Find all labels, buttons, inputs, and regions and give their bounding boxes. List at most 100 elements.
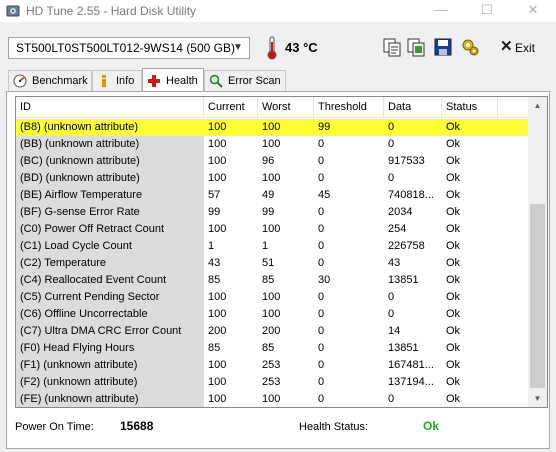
cell-id: (BD) (unknown attribute): [16, 170, 204, 187]
cell-status: Ok: [446, 172, 461, 184]
cell-current: 100: [208, 138, 227, 150]
cell-data: 137194...: [388, 376, 434, 388]
column-header-status[interactable]: Status: [442, 97, 498, 118]
cell-data: 254: [388, 223, 407, 235]
table-row[interactable]: (BF) G-sense Error Rate 99 99 0 2034 Ok: [16, 204, 528, 221]
table-row[interactable]: (BB) (unknown attribute) 100 100 0 0 Ok: [16, 136, 528, 153]
close-button[interactable]: ✕: [510, 0, 556, 22]
cell-id: (B8) (unknown attribute): [20, 121, 138, 133]
cell-data: 14: [388, 325, 401, 337]
cell-threshold: 0: [318, 206, 325, 218]
cell-data: 0: [388, 308, 395, 320]
cell-threshold: 0: [318, 308, 325, 320]
cell-threshold: 0: [318, 155, 325, 167]
cell-id: (C1) Load Cycle Count: [16, 238, 204, 255]
health-status-label: Health Status:: [299, 421, 369, 433]
tab-info[interactable]: Info: [92, 70, 142, 91]
title-bar: HD Tune 2.55 - Hard Disk Utility — ☐ ✕: [0, 0, 556, 22]
table-row[interactable]: (C1) Load Cycle Count 1 1 0 226758 Ok: [16, 238, 528, 255]
health-cross-icon: [148, 75, 160, 87]
exit-button[interactable]: ✕ Exit: [498, 38, 542, 58]
cell-data: 43: [388, 257, 401, 269]
tab-error-scan-label: Error Scan: [228, 75, 281, 87]
tab-error-scan[interactable]: Error Scan: [204, 70, 286, 91]
drive-select[interactable]: ST500LT0ST500LT012-9WS14 (500 GB) ▼: [8, 37, 250, 59]
cell-worst: 100: [262, 172, 281, 184]
table-row[interactable]: (BD) (unknown attribute) 100 100 0 0 Ok: [16, 170, 528, 187]
cell-id: (F1) (unknown attribute): [16, 357, 204, 374]
table-row[interactable]: (F2) (unknown attribute) 100 253 0 137194...…: [16, 374, 528, 391]
cell-status: Ok: [446, 359, 461, 371]
table-row[interactable]: (FE) (unknown attribute) 100 100 0 0 Ok: [16, 391, 528, 407]
cell-status: Ok: [446, 376, 461, 388]
cell-id: (C5) Current Pending Sector: [16, 289, 204, 306]
table-row[interactable]: (C4) Reallocated Event Count 85 85 30 13851 O…: [16, 272, 528, 289]
chevron-down-icon[interactable]: ▼: [230, 39, 246, 57]
cell-current: 43: [208, 257, 221, 269]
vertical-scrollbar[interactable]: ▲ ▼: [528, 97, 547, 407]
cell-status: Ok: [446, 393, 461, 405]
tab-health-label: Health: [166, 75, 198, 87]
cell-id: (BC) (unknown attribute): [16, 153, 204, 170]
cell-id: (BF) G-sense Error Rate: [16, 204, 204, 221]
cell-data: 0: [388, 121, 395, 133]
table-row[interactable]: (B8) (unknown attribute) 100 100 99 0 Ok: [16, 119, 528, 136]
copy-screenshot-icon[interactable]: [405, 36, 427, 58]
cell-data: 13851: [388, 342, 419, 354]
cell-status: Ok: [446, 291, 461, 303]
cell-threshold: 0: [318, 138, 325, 150]
cell-worst: 100: [262, 393, 281, 405]
cell-current: 100: [208, 172, 227, 184]
table-row[interactable]: (C6) Offline Uncorrectable 100 100 0 0 Ok: [16, 306, 528, 323]
table-row[interactable]: (C0) Power Off Retract Count 100 100 0 254 Ok: [16, 221, 528, 238]
temperature-readout: 43 °C: [285, 40, 318, 55]
cell-data: 0: [388, 393, 395, 405]
cell-id: (C2) Temperature: [16, 255, 204, 272]
tab-health[interactable]: Health: [142, 68, 204, 91]
cell-worst: 85: [262, 274, 275, 286]
smart-attributes-table[interactable]: ID Current Worst Threshold Data Status (…: [15, 96, 548, 408]
options-gear-icon[interactable]: [459, 36, 481, 58]
cell-id: (BB) (unknown attribute): [16, 136, 204, 153]
cell-data: 0: [388, 172, 395, 184]
table-row[interactable]: (BE) Airflow Temperature 57 49 45 740818... O…: [16, 187, 528, 204]
column-header-id[interactable]: ID: [16, 97, 204, 118]
cell-worst: 100: [262, 121, 281, 133]
cell-current: 100: [208, 121, 227, 133]
cell-worst: 100: [262, 308, 281, 320]
cell-worst: 253: [262, 359, 281, 371]
cell-data: 167481...: [388, 359, 434, 371]
cell-current: 100: [208, 359, 227, 371]
table-row[interactable]: (F0) Head Flying Hours 85 85 0 13851 Ok: [16, 340, 528, 357]
minimize-button[interactable]: —: [418, 0, 464, 22]
cell-threshold: 0: [318, 325, 325, 337]
column-header-current[interactable]: Current: [204, 97, 258, 118]
table-row[interactable]: (BC) (unknown attribute) 100 96 0 917533 Ok: [16, 153, 528, 170]
maximize-button[interactable]: ☐: [464, 0, 510, 22]
cell-status: Ok: [446, 138, 461, 150]
table-row[interactable]: (F1) (unknown attribute) 100 253 0 167481...…: [16, 357, 528, 374]
column-header-threshold[interactable]: Threshold: [314, 97, 384, 118]
cell-threshold: 0: [318, 291, 325, 303]
cell-id: (F0) Head Flying Hours: [16, 340, 204, 357]
drive-select-value: ST500LT0ST500LT012-9WS14 (500 GB): [16, 41, 235, 55]
scroll-down-arrow-icon[interactable]: ▼: [528, 390, 547, 407]
tab-benchmark[interactable]: Benchmark: [8, 70, 92, 91]
cell-threshold: 0: [318, 223, 325, 235]
cell-threshold: 0: [318, 359, 325, 371]
table-row[interactable]: (C2) Temperature 43 51 0 43 Ok: [16, 255, 528, 272]
cell-worst: 100: [262, 223, 281, 235]
column-header-worst[interactable]: Worst: [258, 97, 314, 118]
column-header-data[interactable]: Data: [384, 97, 442, 118]
cell-status: Ok: [446, 240, 461, 252]
table-row[interactable]: (C5) Current Pending Sector 100 100 0 0 Ok: [16, 289, 528, 306]
cell-id: (BE) Airflow Temperature: [16, 187, 204, 204]
table-row[interactable]: (C7) Ultra DMA CRC Error Count 200 200 0 14 O…: [16, 323, 528, 340]
cell-id: (C6) Offline Uncorrectable: [16, 306, 204, 323]
scrollbar-thumb[interactable]: [530, 204, 545, 388]
copy-text-icon[interactable]: [381, 36, 403, 58]
save-disk-icon[interactable]: [432, 36, 454, 58]
info-icon: [102, 75, 106, 87]
scroll-up-arrow-icon[interactable]: ▲: [528, 97, 547, 114]
magnifier-icon: [209, 74, 223, 88]
